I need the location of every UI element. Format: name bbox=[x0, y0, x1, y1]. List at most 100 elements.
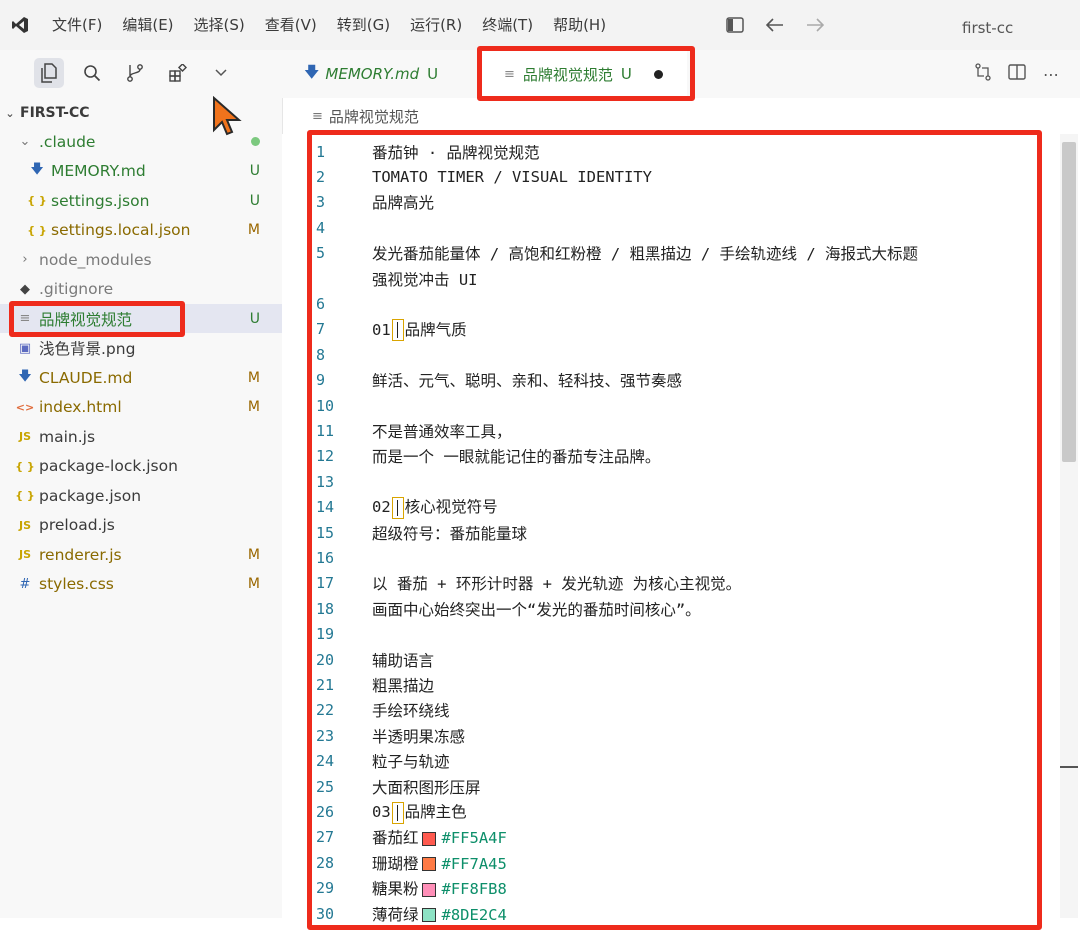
markdown-file-icon: 🡇 bbox=[18, 368, 32, 384]
explorer-icon[interactable] bbox=[34, 58, 64, 88]
menu-item[interactable]: 编辑(E) bbox=[112, 0, 183, 50]
code-line[interactable]: 30 薄荷绿 #8DE2C4 bbox=[282, 901, 1062, 926]
line-content: 而是一个 一眼就能记住的番茄专注品牌。 bbox=[372, 448, 661, 467]
back-arrow-icon[interactable] bbox=[760, 10, 790, 40]
line-text: 粒子与轨迹 bbox=[372, 750, 450, 772]
search-icon[interactable] bbox=[77, 58, 107, 88]
menu-item[interactable]: 查看(V) bbox=[255, 0, 327, 50]
code-line[interactable]: 29 糖果粉 #FF8FB8 bbox=[282, 876, 1062, 901]
color-swatch[interactable] bbox=[421, 831, 436, 846]
explorer-item[interactable]: ▣ 浅色背景.png bbox=[0, 334, 282, 363]
explorer-item[interactable]: ◆ .gitignore bbox=[0, 275, 282, 304]
text-file-icon: ≡ bbox=[312, 108, 323, 124]
code-line[interactable]: 18 画面中心始终突出一个“发光的番茄时间核心”。 bbox=[282, 596, 1062, 621]
more-actions-icon[interactable]: ⋯ bbox=[1036, 65, 1066, 84]
line-number: 21 bbox=[316, 676, 335, 695]
code-line[interactable]: 5 发光番茄能量体 / 高饱和红粉橙 / 粗黑描边 / 手绘轨迹线 / 海报式大标… bbox=[282, 241, 1062, 266]
color-swatch[interactable] bbox=[421, 908, 436, 923]
menu-item[interactable]: 文件(F) bbox=[42, 0, 112, 50]
breadcrumb-file[interactable]: 品牌视觉规范 bbox=[329, 106, 419, 127]
explorer-item[interactable]: { } settings.json U bbox=[0, 186, 282, 215]
code-line[interactable]: 14 02 核心视觉符号 bbox=[282, 495, 1062, 520]
code-line[interactable]: 4 bbox=[282, 215, 1062, 240]
chevron-down-icon[interactable] bbox=[206, 58, 236, 88]
file-name: renderer.js bbox=[39, 545, 122, 564]
breadcrumb[interactable]: ≡ 品牌视觉规范 bbox=[282, 98, 1080, 134]
editor-area[interactable]: 1 番茄钟 · 品牌视觉规范 2 TOMATO TIMER / VISUAL IDEN… bbox=[282, 134, 1080, 924]
explorer-item[interactable]: <> index.html M bbox=[0, 393, 282, 422]
file-name: 浅色背景.png bbox=[39, 340, 136, 358]
code-line[interactable]: 23 半透明果冻感 bbox=[282, 723, 1062, 748]
code-line[interactable]: 16 bbox=[282, 545, 1062, 570]
line-content: 画面中心始终突出一个“发光的番茄时间核心”。 bbox=[372, 600, 701, 619]
code-line[interactable]: 28 珊瑚橙 #FF7A45 bbox=[282, 850, 1062, 875]
mouse-pointer-icon bbox=[212, 95, 242, 142]
explorer-item[interactable]: JS renderer.js M bbox=[0, 540, 282, 569]
code-line[interactable]: 6 bbox=[282, 291, 1062, 316]
code-line[interactable]: 9 鲜活、元气、聪明、亲和、轻科技、强节奏感 bbox=[282, 368, 1062, 393]
extensions-icon[interactable] bbox=[163, 58, 193, 88]
line-number: 26 bbox=[316, 803, 335, 822]
explorer-item[interactable]: JS preload.js bbox=[0, 511, 282, 540]
code-line[interactable]: 8 bbox=[282, 342, 1062, 367]
code-line[interactable]: 21 粗黑描边 bbox=[282, 672, 1062, 697]
forward-arrow-icon[interactable] bbox=[800, 10, 830, 40]
explorer-item[interactable]: JS main.js bbox=[0, 422, 282, 451]
code-line[interactable]: 强视觉冲击 UI bbox=[282, 266, 1062, 291]
code-line[interactable]: 3 品牌高光 bbox=[282, 190, 1062, 215]
git-status-badge: M bbox=[247, 399, 260, 415]
code-line[interactable]: 24 粒子与轨迹 bbox=[282, 749, 1062, 774]
menu-item[interactable]: 终端(T) bbox=[472, 0, 543, 50]
explorer-item[interactable]: # styles.css M bbox=[0, 570, 282, 599]
code-line[interactable]: 11 不是普通效率工具， bbox=[282, 418, 1062, 443]
explorer-item[interactable]: › node_modules bbox=[0, 245, 282, 274]
chevron-down-icon: ⌄ bbox=[19, 134, 31, 149]
menu-item[interactable]: 选择(S) bbox=[184, 0, 255, 50]
compare-changes-icon[interactable] bbox=[968, 63, 998, 85]
css-file-icon: # bbox=[19, 576, 31, 592]
code-line[interactable]: 27 番茄红 #FF5A4F bbox=[282, 825, 1062, 850]
split-editor-icon[interactable] bbox=[1002, 64, 1032, 84]
menu-item[interactable]: 运行(R) bbox=[400, 0, 472, 50]
sidebar-toolbar bbox=[0, 50, 282, 96]
color-swatch[interactable] bbox=[421, 882, 436, 897]
explorer-item[interactable]: 🡇 CLAUDE.md M bbox=[0, 363, 282, 392]
code-line[interactable]: 22 手绘环绕线 bbox=[282, 698, 1062, 723]
code-line[interactable]: 10 bbox=[282, 393, 1062, 418]
code-line[interactable]: 7 01 品牌气质 bbox=[282, 317, 1062, 342]
code-line[interactable]: 20 辅助语言 bbox=[282, 647, 1062, 672]
unsaved-dot-icon[interactable] bbox=[653, 69, 663, 79]
explorer-item[interactable]: ≡ 品牌视觉规范 U bbox=[0, 304, 282, 333]
file-name: main.js bbox=[39, 427, 96, 446]
toggle-sidebar-icon[interactable] bbox=[720, 10, 750, 40]
explorer-item[interactable]: { } package-lock.json bbox=[0, 452, 282, 481]
tab-memory-md[interactable]: 🡇 MEMORY.md U bbox=[282, 50, 462, 98]
explorer-item[interactable]: 🡇 MEMORY.md U bbox=[0, 157, 282, 186]
code-line[interactable]: 19 bbox=[282, 622, 1062, 647]
menu-item[interactable]: 转到(G) bbox=[327, 0, 400, 50]
scrollbar-thumb[interactable] bbox=[1062, 142, 1076, 462]
code-line[interactable]: 13 bbox=[282, 469, 1062, 494]
code-line[interactable]: 26 03 品牌主色 bbox=[282, 799, 1062, 824]
code-line[interactable]: 25 大面积图形压屏 bbox=[282, 774, 1062, 799]
explorer-item[interactable]: { } package.json bbox=[0, 481, 282, 510]
code-line[interactable]: 15 超级符号：番茄能量球 bbox=[282, 520, 1062, 545]
code-line[interactable]: 2 TOMATO TIMER / VISUAL IDENTITY bbox=[282, 164, 1062, 189]
explorer-item[interactable]: { } settings.local.json M bbox=[0, 216, 282, 245]
editor-scrollbar[interactable] bbox=[1060, 134, 1078, 918]
git-status-badge: U bbox=[427, 65, 439, 83]
markdown-file-icon: 🡇 bbox=[304, 62, 320, 81]
file-name: settings.json bbox=[51, 191, 150, 210]
tab-brand-visual-spec[interactable]: ≡ 品牌视觉规范 U bbox=[482, 50, 687, 98]
code-line[interactable]: 1 番茄钟 · 品牌视觉规范 bbox=[282, 139, 1062, 164]
line-content: 薄荷绿 bbox=[372, 905, 419, 924]
git-status-badge: U bbox=[249, 192, 260, 209]
code-line[interactable]: 12 而是一个 一眼就能记住的番茄专注品牌。 bbox=[282, 444, 1062, 469]
source-control-icon[interactable] bbox=[120, 58, 150, 88]
color-swatch[interactable] bbox=[421, 857, 436, 872]
code-line[interactable]: 17 以 番茄 + 环形计时器 + 发光轨迹 为核心主视觉。 bbox=[282, 571, 1062, 596]
git-status-badge: U bbox=[620, 65, 632, 83]
menu-item[interactable]: 帮助(H) bbox=[543, 0, 616, 50]
hex-value: #FF5A4F bbox=[441, 829, 507, 848]
line-text: 手绘环绕线 bbox=[372, 699, 450, 721]
